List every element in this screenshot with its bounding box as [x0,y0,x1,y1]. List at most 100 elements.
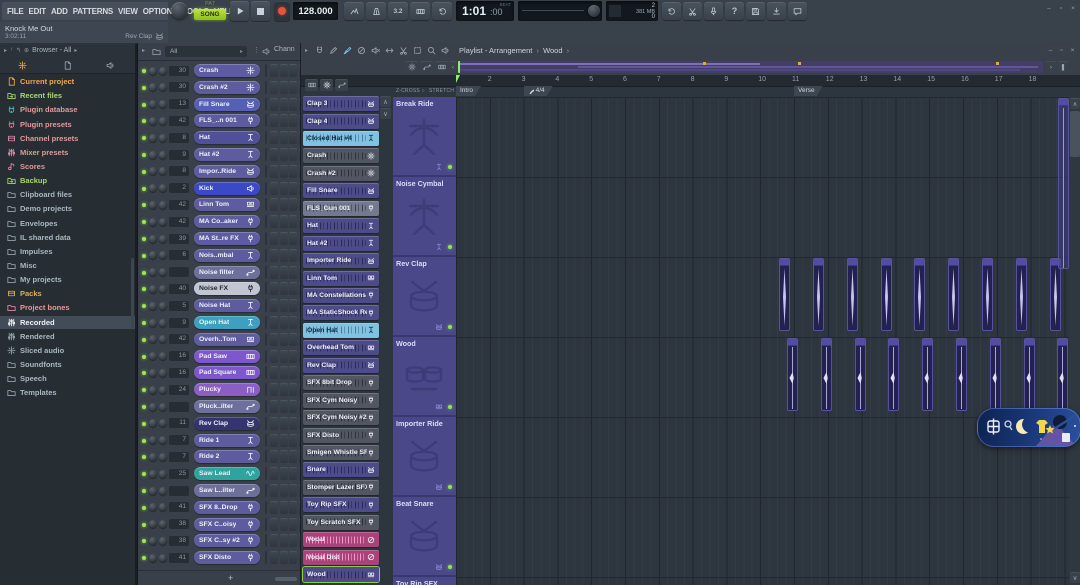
save-new-version-icon[interactable] [767,2,786,20]
step-cell[interactable] [280,518,288,531]
channel-button-ma-st-re-fx[interactable]: MA St..re FX [194,232,260,245]
step-cell[interactable] [280,64,288,77]
save-icon[interactable] [746,2,765,20]
step-cell[interactable] [270,434,278,447]
step-cell[interactable] [270,400,278,413]
picker-item-vocal[interactable]: Vocal [303,532,379,547]
channel-button-fls-n-001[interactable]: FLS_..n 001 [194,114,260,127]
channel-button-sfx-c-oisy[interactable]: SFX C..oisy [194,518,260,531]
step-cell[interactable] [289,450,297,463]
channel-pan-knob[interactable] [149,503,157,511]
step-cell[interactable] [270,316,278,329]
channel-volume-knob[interactable] [159,319,167,327]
browser-tab-plugins-icon[interactable] [18,61,27,70]
channel-enable-led[interactable] [142,455,146,459]
channel-pan-knob[interactable] [149,554,157,562]
channel-pan-knob[interactable] [149,167,157,175]
channel-enable-led[interactable] [142,136,146,140]
channel-button-pluck-ilter[interactable]: Pluck..ilter [194,400,260,413]
channel-enable-led[interactable] [142,69,146,73]
track-enable-led[interactable] [448,245,452,249]
overview-scroll-right-icon[interactable]: › [1046,61,1056,73]
app-minimize-button[interactable]: – [1044,4,1054,13]
playhead-marker[interactable] [456,75,460,83]
channel-volume-knob[interactable] [159,403,167,411]
audio-clip-wood[interactable] [956,338,967,411]
step-cell[interactable] [289,316,297,329]
step-cell[interactable] [270,98,278,111]
channel-volume-knob[interactable] [159,453,167,461]
browser-item-misc[interactable]: Misc [0,259,135,272]
channel-volume-knob[interactable] [159,335,167,343]
step-cell[interactable] [270,501,278,514]
channel-volume-knob[interactable] [159,235,167,243]
step-cell[interactable] [270,81,278,94]
channel-volume-knob[interactable] [159,100,167,108]
channel-mixer-target[interactable]: 24 [169,385,189,395]
channel-enable-led[interactable] [142,523,146,527]
step-cell[interactable] [289,215,297,228]
browser-title[interactable]: Browser - All [32,47,71,54]
stop-button[interactable] [251,1,270,21]
channel-mixer-target[interactable]: 25 [169,469,189,479]
playlist-maximize-button[interactable]: ▫ [1057,46,1066,54]
undo-icon[interactable] [662,2,681,20]
playlist-breadcrumb[interactable]: Playlist - Arrangement › Wood › [459,46,571,55]
channel-mixer-target[interactable]: 8 [169,166,189,176]
step-cell[interactable] [280,434,288,447]
channel-enable-led[interactable] [142,388,146,392]
step-cell[interactable] [289,64,297,77]
channel-mixer-target[interactable]: 42 [169,217,189,227]
step-cell[interactable] [280,316,288,329]
picker-item-clap-4[interactable]: Clap 4 [303,114,379,129]
rack-menu-icon[interactable]: ▸ [142,47,145,54]
audio-clip-rev-clap[interactable] [847,258,858,331]
track-tab-pattern-icon[interactable] [435,61,448,73]
bpm-display[interactable]: 128.000 [293,2,338,20]
audio-clip-wood[interactable] [787,338,798,411]
browser-item-soundfonts[interactable]: Soundfonts [0,358,135,371]
channel-pan-knob[interactable] [149,302,157,310]
menu-item-view[interactable]: VIEW [118,7,138,16]
audio-clip-wood[interactable] [855,338,866,411]
picker-item-fls-gun-001[interactable]: FLS_Gun 001 [303,201,379,216]
audio-clip-wood[interactable] [1024,338,1035,411]
track-enable-led[interactable] [448,165,452,169]
track-enable-led[interactable] [448,405,452,409]
channel-enable-led[interactable] [142,103,146,107]
track-header-importer-ride[interactable]: Importer Ride [393,417,456,497]
channel-mixer-target[interactable]: 38 [169,519,189,529]
step-cell[interactable] [280,131,288,144]
channel-button-pad-square[interactable]: Pad Square [194,366,260,379]
channel-enable-led[interactable] [142,422,146,426]
step-cell[interactable] [280,450,288,463]
channel-volume-knob[interactable] [159,487,167,495]
menu-item-patterns[interactable]: PATTERNS [73,7,113,16]
step-cell[interactable] [280,215,288,228]
channel-volume-knob[interactable] [159,83,167,91]
channel-button-impor-ride[interactable]: Impor..Ride [194,165,260,178]
browser-item-templates[interactable]: Templates [0,386,135,399]
channel-mixer-target[interactable]: 39 [169,234,189,244]
loop-record-icon[interactable] [432,2,452,20]
browser-item-current-project[interactable]: Current project [0,75,135,88]
channel-enable-led[interactable] [142,187,146,191]
picker-item-ma-constellations-sh[interactable]: MA Constellations Sh.. [303,288,379,303]
step-cell[interactable] [270,299,278,312]
channel-button-sfx-8-drop[interactable]: SFX 8..Drop [194,501,260,514]
picker-tab-patterns-icon[interactable] [305,79,318,91]
step-cell[interactable] [280,400,288,413]
playlist-minimize-button[interactable]: – [1046,46,1055,54]
channel-button-rev-clap[interactable]: Rev Clap [194,417,260,430]
step-cell[interactable] [280,366,288,379]
channel-button-nois-mbal[interactable]: Nois..mbal [194,249,260,262]
channel-pan-knob[interactable] [149,151,157,159]
step-cell[interactable] [280,232,288,245]
channel-enable-led[interactable] [142,170,146,174]
channel-volume-knob[interactable] [159,352,167,360]
channel-pan-knob[interactable] [149,436,157,444]
channel-volume-knob[interactable] [159,117,167,125]
step-cell[interactable] [280,282,288,295]
channel-enable-led[interactable] [142,439,146,443]
channel-pan-knob[interactable] [149,369,157,377]
